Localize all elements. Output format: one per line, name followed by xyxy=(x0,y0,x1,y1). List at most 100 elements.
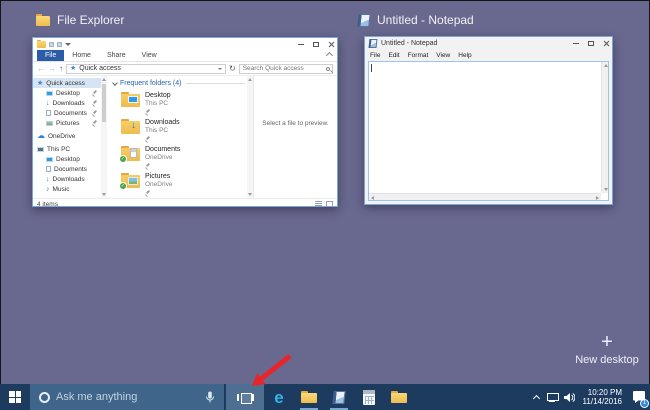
menu-format[interactable]: Format xyxy=(408,52,429,59)
tray-expand-button[interactable] xyxy=(529,384,545,410)
download-icon: ↓ xyxy=(46,99,50,107)
sidebar-item-pictures[interactable]: Pictures xyxy=(33,118,101,128)
scroll-down-icon[interactable] xyxy=(603,188,608,191)
main-scrollbar[interactable] xyxy=(247,76,253,198)
cortana-search-box[interactable] xyxy=(30,384,224,410)
file-explorer-thumbnail-label[interactable]: File Explorer xyxy=(36,13,124,27)
cloud-icon: ☁ xyxy=(37,131,45,140)
new-desktop-button[interactable]: + New desktop xyxy=(570,332,644,366)
qat-dropdown-icon[interactable] xyxy=(65,42,71,46)
back-icon[interactable]: ← xyxy=(37,64,45,73)
document-icon xyxy=(46,166,51,172)
tab-share[interactable]: Share xyxy=(99,50,134,61)
notepad-thumbnail[interactable]: Untitled - Notepad File Edit Format View… xyxy=(364,36,613,205)
sidebar-item-downloads[interactable]: ↓ Downloads xyxy=(33,98,101,108)
sidebar-item-desktop[interactable]: Desktop xyxy=(33,88,101,98)
sidebar-item-documents[interactable]: Documents xyxy=(33,108,101,118)
monitor-icon xyxy=(46,156,53,162)
pin-icon xyxy=(145,190,151,196)
scroll-up-icon[interactable] xyxy=(603,64,608,67)
sidebar-item-downloads-pc[interactable]: ↓ Downloads xyxy=(33,174,101,184)
qat-button-icon[interactable] xyxy=(57,41,62,47)
explorer-search-input[interactable] xyxy=(239,64,332,73)
plus-icon: + xyxy=(601,331,613,353)
collapse-icon[interactable] xyxy=(112,79,118,86)
search-icon xyxy=(326,66,330,71)
details-view-icon[interactable] xyxy=(315,201,322,207)
folder-tile-documents[interactable]: ✓ Documents OneDrive xyxy=(113,144,245,171)
vertical-scrollbar[interactable] xyxy=(601,62,608,193)
window-title: Untitled - Notepad xyxy=(381,40,438,47)
scroll-down-icon[interactable] xyxy=(248,193,252,196)
scroll-down-icon[interactable] xyxy=(102,193,106,196)
ribbon-expand-icon[interactable] xyxy=(325,51,334,60)
explorer-body: ★ Quick access Desktop ↓ Downloads Docum… xyxy=(33,76,337,198)
status-bar: 4 items xyxy=(33,198,337,209)
navigation-pane: ★ Quick access Desktop ↓ Downloads Docum… xyxy=(33,76,101,198)
pinned-folder-button[interactable] xyxy=(384,384,414,410)
tab-file[interactable]: File xyxy=(37,50,65,61)
sidebar-item-desktop-pc[interactable]: Desktop xyxy=(33,154,101,164)
notepad-thumbnail-label[interactable]: Untitled - Notepad xyxy=(357,13,474,27)
maximize-icon[interactable] xyxy=(313,41,319,47)
download-icon: ↓ xyxy=(46,175,50,183)
scroll-left-icon[interactable] xyxy=(371,195,374,200)
scrollbar-thumb[interactable] xyxy=(102,84,106,122)
window-controls xyxy=(573,37,609,49)
volume-button[interactable] xyxy=(561,384,577,410)
task-view-button[interactable] xyxy=(226,384,264,410)
up-icon[interactable]: ↑ xyxy=(59,64,63,73)
folder-list: Frequent folders (4) Desktop This PC ↓ D… xyxy=(107,76,247,198)
text-cursor xyxy=(371,64,372,72)
notepad-button[interactable] xyxy=(324,384,354,410)
menu-view[interactable]: View xyxy=(436,52,450,59)
minimize-icon[interactable] xyxy=(298,43,304,45)
forward-icon[interactable]: → xyxy=(48,64,56,73)
start-button[interactable] xyxy=(0,384,30,410)
group-header[interactable]: Frequent folders (4) xyxy=(112,79,245,87)
taskbar-search-input[interactable] xyxy=(56,391,200,403)
file-explorer-thumbnail[interactable]: File Home Share View ← → ↑ ★ Quick acces… xyxy=(32,37,338,209)
quick-access-icon: ★ xyxy=(70,65,77,72)
close-icon[interactable] xyxy=(328,41,334,47)
action-center-button[interactable]: 1 xyxy=(628,384,650,410)
sidebar-item-onedrive[interactable]: ☁ OneDrive xyxy=(33,131,101,141)
tab-view[interactable]: View xyxy=(134,50,165,61)
menu-help[interactable]: Help xyxy=(458,52,471,59)
music-icon: ♪ xyxy=(46,185,50,193)
minimize-icon[interactable] xyxy=(573,42,579,44)
close-icon[interactable] xyxy=(603,40,609,46)
clock[interactable]: 10:20 PM 11/14/2016 xyxy=(577,384,628,410)
tab-home[interactable]: Home xyxy=(64,50,99,61)
scroll-right-icon[interactable] xyxy=(596,195,599,200)
thumbnail-view-icon[interactable] xyxy=(326,201,333,207)
folder-tile-downloads[interactable]: ↓ Downloads This PC xyxy=(113,117,245,144)
sidebar-item-music[interactable]: ♪ Music xyxy=(33,184,101,194)
qat-button-icon[interactable] xyxy=(49,41,54,47)
scroll-up-icon[interactable] xyxy=(248,78,252,81)
breadcrumb-dropdown-icon[interactable] xyxy=(218,67,222,70)
calculator-button[interactable] xyxy=(354,384,384,410)
horizontal-scrollbar[interactable] xyxy=(369,193,601,200)
folder-tile-pictures[interactable]: ✓ Pictures OneDrive xyxy=(113,171,245,198)
thumbnail-title: Untitled - Notepad xyxy=(377,13,474,27)
notepad-text-area[interactable] xyxy=(368,61,609,201)
picture-icon xyxy=(46,120,53,126)
menu-edit[interactable]: Edit xyxy=(388,52,399,59)
scroll-up-icon[interactable] xyxy=(102,78,106,81)
file-explorer-button[interactable] xyxy=(294,384,324,410)
breadcrumb-location: Quick access xyxy=(79,65,121,72)
network-button[interactable] xyxy=(545,384,561,410)
explorer-search-box[interactable] xyxy=(238,63,333,74)
microphone-icon[interactable] xyxy=(204,391,216,403)
sidebar-item-quick-access[interactable]: ★ Quick access xyxy=(33,78,101,88)
sidebar-item-this-pc[interactable]: This PC xyxy=(33,144,101,154)
pc-icon xyxy=(37,146,44,152)
sidebar-item-documents-pc[interactable]: Documents xyxy=(33,164,101,174)
folder-tile-desktop[interactable]: Desktop This PC xyxy=(113,90,245,117)
maximize-icon[interactable] xyxy=(588,40,594,46)
menu-file[interactable]: File xyxy=(370,52,380,59)
refresh-icon[interactable]: ↻ xyxy=(229,64,236,73)
breadcrumb[interactable]: ★ Quick access xyxy=(66,63,226,74)
edge-button[interactable]: e xyxy=(264,384,294,410)
